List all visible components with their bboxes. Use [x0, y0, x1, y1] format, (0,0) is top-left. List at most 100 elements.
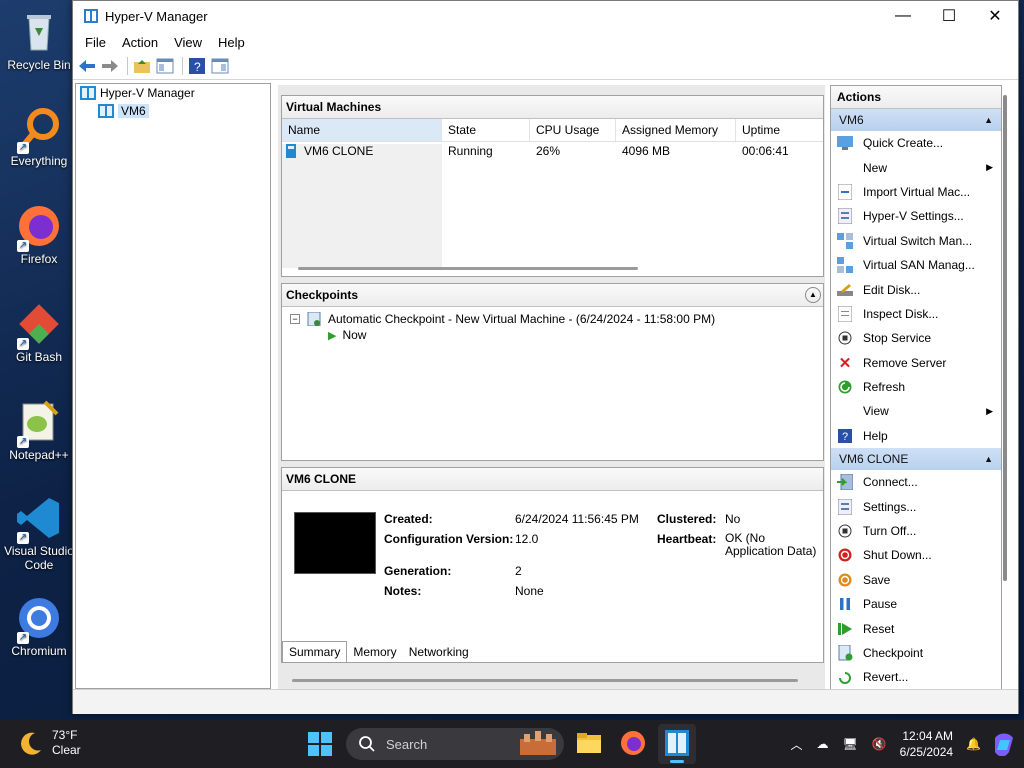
checkpoint-now-item[interactable]: ▶ Now [282, 327, 823, 343]
onedrive-cloud-icon[interactable]: ☁ [816, 737, 828, 751]
title-bar[interactable]: Hyper-V Manager — ☐ ✕ [73, 1, 1018, 31]
taskbar-firefox[interactable] [620, 730, 646, 759]
action-refresh[interactable]: Refresh [831, 375, 1001, 399]
action-import-vm[interactable]: Import Virtual Mac... [831, 180, 1001, 204]
tree-node-vm6[interactable]: VM6 [76, 102, 270, 120]
tab-networking[interactable]: Networking [403, 642, 475, 662]
volume-muted-icon[interactable]: 🔇 [872, 737, 887, 751]
weather-widget[interactable]: 73°F Clear [18, 728, 81, 758]
action-reset[interactable]: Reset [831, 616, 1001, 640]
desktop-icon-label: Chromium [11, 644, 67, 658]
vm-cpu: 26% [536, 144, 561, 158]
clock-date: 6/25/2024 [899, 745, 954, 759]
menu-file[interactable]: File [77, 35, 114, 50]
desktop-icon-git-bash[interactable]: ↗ Git Bash [0, 300, 78, 364]
minimize-button[interactable]: — [880, 1, 926, 31]
action-stop-service[interactable]: Stop Service [831, 326, 1001, 350]
action-revert[interactable]: Revert... [831, 665, 1001, 689]
action-turn-off[interactable]: Turn Off... [831, 519, 1001, 543]
up-folder-button[interactable] [132, 56, 152, 76]
maximize-button[interactable]: ☐ [926, 1, 972, 31]
action-new[interactable]: New ▶ [831, 155, 1001, 179]
menu-help[interactable]: Help [210, 35, 253, 50]
desktop-icon-recycle-bin[interactable]: Recycle Bin [0, 8, 78, 72]
vm-thumbnail[interactable] [294, 512, 376, 574]
action-connect[interactable]: Connect... [831, 470, 1001, 494]
column-assigned-memory[interactable]: Assigned Memory [616, 119, 736, 141]
menu-view[interactable]: View [166, 35, 210, 50]
close-button[interactable]: ✕ [972, 1, 1018, 31]
window-title: Hyper-V Manager [105, 8, 208, 24]
action-help[interactable]: ? Help [831, 424, 1001, 448]
desktop-icon-label: Git Bash [15, 350, 63, 364]
action-hyperv-settings[interactable]: Hyper-V Settings... [831, 204, 1001, 228]
desktop-icon-label: Notepad++ [9, 448, 69, 462]
start-button[interactable] [308, 732, 332, 759]
show-hide-tree-button[interactable] [155, 56, 175, 76]
tab-summary[interactable]: Summary [282, 641, 348, 662]
column-uptime[interactable]: Uptime [736, 119, 822, 141]
action-virtual-san-manager[interactable]: Virtual SAN Manag... [831, 253, 1001, 277]
stop-icon [837, 330, 853, 346]
action-label: Edit Disk... [863, 282, 921, 297]
copilot-icon[interactable] [992, 732, 1016, 756]
checkpoints-panel: Checkpoints ▲ − Automatic Checkpoint - N… [281, 283, 824, 461]
actions-pane: Actions VM6 ▲ Quick Create... New ▶ Import… [830, 85, 1002, 691]
name-column-fill [282, 158, 442, 268]
shortcut-arrow-icon: ↗ [17, 142, 29, 154]
action-inspect-disk[interactable]: Inspect Disk... [831, 302, 1001, 326]
taskbar-file-explorer[interactable] [576, 730, 602, 759]
action-remove-server[interactable]: ✕ Remove Server [831, 351, 1001, 375]
taskbar-hyperv-manager[interactable] [658, 724, 696, 764]
remove-x-icon: ✕ [838, 354, 852, 372]
action-edit-disk[interactable]: Edit Disk... [831, 277, 1001, 301]
back-arrow-icon [79, 60, 95, 72]
network-icon[interactable]: 🖥 [842, 737, 857, 751]
menu-action[interactable]: Action [114, 35, 166, 50]
clock[interactable]: 12:04 AM 6/25/2024 [900, 728, 953, 760]
actions-group-vm6[interactable]: VM6 ▲ [831, 109, 1001, 131]
connect-icon [837, 474, 853, 491]
action-shut-down[interactable]: Shut Down... [831, 543, 1001, 567]
action-checkpoint[interactable]: Checkpoint [831, 641, 1001, 665]
vm-memory: 4096 MB [622, 144, 671, 158]
action-label: Virtual SAN Manag... [863, 258, 975, 273]
action-quick-create[interactable]: Quick Create... [831, 131, 1001, 155]
action-settings[interactable]: Settings... [831, 494, 1001, 518]
show-hide-action-pane-button[interactable] [210, 56, 230, 76]
desktop-icon-notepad-plus-plus[interactable]: ↗ Notepad++ [0, 398, 78, 462]
column-state[interactable]: State [442, 119, 530, 141]
tree-collapse-icon[interactable]: − [290, 314, 300, 324]
action-label: Remove Server [863, 355, 947, 370]
back-button[interactable] [77, 56, 97, 76]
vm-details-panel: VM6 CLONE Created: 6/24/2024 11:56:45 PM… [281, 467, 824, 663]
action-label: Settings... [863, 499, 917, 514]
forward-button[interactable] [100, 56, 120, 76]
tray-overflow-chevron-icon[interactable]: ︿ [790, 736, 802, 753]
action-view[interactable]: View ▶ [831, 399, 1001, 423]
desktop-icon-everything[interactable]: ↗ Everything [0, 104, 78, 168]
column-name[interactable]: Name [282, 119, 442, 141]
column-cpu-usage[interactable]: CPU Usage [530, 119, 616, 141]
taskbar-search-box[interactable]: Search [346, 728, 564, 760]
notification-bell-icon[interactable]: 🔔 [966, 737, 981, 751]
actions-group-vm6-clone[interactable]: VM6 CLONE ▲ [831, 448, 1001, 471]
tree-node-hyperv-manager[interactable]: Hyper-V Manager [76, 84, 270, 102]
help-button[interactable]: ? [187, 56, 207, 76]
desktop-icon-firefox[interactable]: ↗ Firefox [0, 202, 78, 266]
checkpoint-item[interactable]: − Automatic Checkpoint - New Virtual Mac… [282, 311, 823, 327]
collapse-icon[interactable]: ▲ [805, 287, 821, 303]
tab-memory[interactable]: Memory [347, 642, 402, 662]
submenu-arrow-icon: ▶ [986, 162, 993, 173]
action-pause[interactable]: Pause [831, 592, 1001, 616]
action-label: Refresh [863, 380, 906, 395]
center-horizontal-scrollbar[interactable] [292, 679, 798, 682]
horizontal-scrollbar[interactable] [298, 267, 638, 270]
desktop-icon-vscode[interactable]: ↗ Visual Studio Code [0, 494, 78, 572]
panel-title: Virtual Machines [282, 96, 823, 119]
action-save[interactable]: Save [831, 568, 1001, 592]
desktop-icon-chromium[interactable]: ↗ Chromium [0, 594, 78, 658]
actions-vertical-scrollbar[interactable] [1003, 95, 1007, 581]
quick-create-icon [837, 135, 853, 151]
action-virtual-switch-manager[interactable]: Virtual Switch Man... [831, 229, 1001, 253]
